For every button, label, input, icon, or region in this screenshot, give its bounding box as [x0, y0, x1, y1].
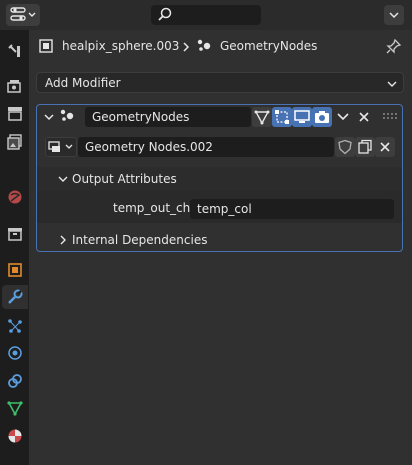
edit-mode-icon	[254, 110, 270, 125]
physics-icon	[8, 346, 22, 360]
node-group-field[interactable]: Geometry Nodes.002	[78, 137, 334, 157]
close-icon	[359, 112, 369, 122]
modifier-name-value: GeometryNodes	[92, 110, 190, 124]
tab-scene[interactable]	[2, 185, 28, 209]
chevron-right-icon	[60, 235, 66, 245]
close-icon	[380, 142, 390, 152]
internal-dependencies-title: Internal Dependencies	[72, 233, 208, 247]
internal-dependencies-header[interactable]: Internal Dependencies	[37, 229, 402, 249]
remove-modifier-button[interactable]	[354, 107, 374, 127]
constraints-icon	[8, 374, 22, 388]
chevron-down-icon	[389, 12, 399, 19]
breadcrumb-object-name: healpix_sphere.003	[62, 39, 180, 53]
material-icon	[8, 429, 22, 443]
pin-icon[interactable]	[386, 38, 402, 54]
viewport-toggle[interactable]	[292, 107, 312, 127]
tab-tool[interactable]	[2, 39, 28, 63]
duplicate-icon	[358, 139, 372, 154]
tab-object[interactable]	[2, 258, 28, 282]
duplicate-node-group-button[interactable]	[355, 137, 375, 157]
tab-view-layer[interactable]	[2, 130, 28, 154]
on-cage-toggle[interactable]	[272, 107, 292, 127]
properties-editor-icon	[10, 7, 36, 21]
tool-icon	[8, 44, 20, 57]
geometry-nodes-modifier-panel: GeometryNodes Geometry Nodes.002 Output …	[36, 104, 403, 252]
collapse-chevron-icon[interactable]	[43, 111, 55, 123]
node-group-browse-button[interactable]	[45, 137, 77, 157]
tab-material[interactable]	[2, 424, 28, 448]
properties-tabs	[0, 30, 29, 465]
tab-modifier[interactable]	[2, 285, 28, 309]
output-attributes-body: temp_out_ch temp_col	[37, 191, 402, 223]
view-layer-icon	[7, 134, 22, 150]
render-icon	[7, 80, 21, 93]
geometry-nodes-icon	[197, 39, 211, 51]
drag-handle-icon[interactable]	[382, 112, 398, 122]
header-menu-button[interactable]	[384, 5, 404, 25]
attribute-name-value: temp_col	[197, 202, 252, 216]
output-attributes-header[interactable]: Output Attributes	[37, 167, 402, 191]
object-icon	[8, 263, 22, 277]
attribute-name-field[interactable]: temp_col	[190, 199, 394, 219]
collection-icon	[8, 228, 22, 241]
object-data-icon	[7, 401, 23, 416]
particles-icon	[8, 319, 22, 333]
tab-collection[interactable]	[2, 222, 28, 246]
modifier-name-field[interactable]: GeometryNodes	[85, 107, 251, 127]
unlink-node-group-button[interactable]	[375, 137, 395, 157]
cage-icon	[275, 110, 289, 124]
chevron-down-icon	[58, 176, 68, 182]
chevron-right-icon	[183, 42, 190, 52]
tab-particles[interactable]	[2, 314, 28, 338]
geometry-nodes-icon	[60, 109, 74, 121]
node-group-value: Geometry Nodes.002	[85, 140, 213, 154]
modifier-icon	[8, 289, 23, 304]
modifier-options-button[interactable]	[333, 107, 353, 127]
monitor-icon	[294, 110, 310, 123]
search-icon	[158, 7, 172, 21]
editor-header	[0, 0, 412, 30]
attribute-label: temp_out_ch	[113, 201, 191, 215]
tab-object-data[interactable]	[2, 396, 28, 420]
search-input[interactable]	[151, 5, 261, 25]
shield-icon	[338, 139, 352, 155]
chevron-down-icon	[337, 113, 349, 121]
tab-constraints[interactable]	[2, 369, 28, 393]
breadcrumb: healpix_sphere.003 GeometryNodes	[36, 36, 406, 56]
camera-icon	[315, 111, 329, 123]
output-icon	[8, 107, 22, 121]
scene-icon	[8, 190, 22, 204]
add-modifier-label: Add Modifier	[45, 76, 121, 90]
chevron-down-icon	[387, 81, 397, 87]
add-modifier-dropdown[interactable]: Add Modifier	[36, 72, 404, 93]
tab-output[interactable]	[2, 102, 28, 126]
node-tree-icon	[48, 141, 73, 152]
editor-type-button[interactable]	[6, 4, 40, 26]
edit-mode-toggle[interactable]	[252, 107, 272, 127]
breadcrumb-modifier-name: GeometryNodes	[220, 39, 318, 53]
tab-render[interactable]	[2, 75, 28, 99]
object-icon	[39, 39, 53, 53]
tab-physics[interactable]	[2, 341, 28, 365]
fake-user-button[interactable]	[335, 137, 355, 157]
output-attributes-title: Output Attributes	[72, 172, 177, 186]
render-toggle[interactable]	[312, 107, 332, 127]
